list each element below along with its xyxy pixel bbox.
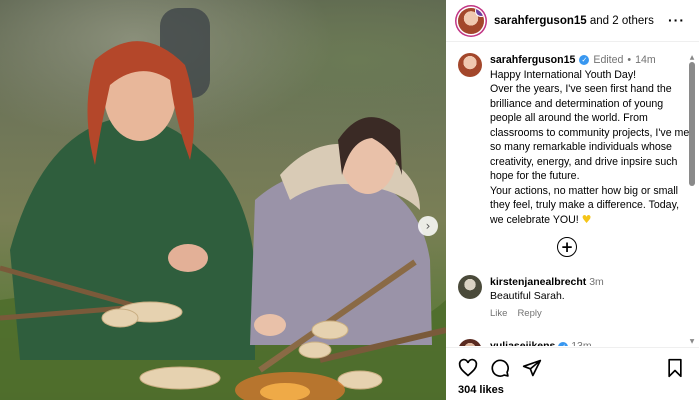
comment-time: 3m	[589, 276, 604, 288]
comment-item: yuliaseijkens ✓ 13m	[458, 339, 592, 346]
comment-time: 13m	[571, 340, 592, 346]
photo-scene	[0, 8, 446, 400]
post-header: sarahferguson15 and 2 others ···	[446, 0, 699, 42]
share-button[interactable]	[522, 358, 542, 378]
collab-badge	[475, 7, 484, 17]
caption-username-link[interactable]: sarahferguson15	[490, 53, 575, 68]
likes-count[interactable]: 304 likes	[458, 384, 504, 396]
post-authors: sarahferguson15 and 2 others	[494, 15, 654, 27]
bookmark-icon	[668, 358, 682, 378]
comment-button[interactable]	[490, 358, 510, 378]
comment-like-button[interactable]: Like	[490, 307, 507, 321]
commenter-avatar[interactable]	[458, 275, 482, 299]
yellow-heart-emoji-icon: ♥	[581, 212, 592, 226]
edited-label: Edited	[593, 54, 624, 66]
like-button[interactable]	[458, 358, 478, 378]
comments-scroll-area[interactable]: sarahferguson15 ✓ Edited • 14m Happy Int…	[446, 43, 693, 346]
comment-bubble-icon	[491, 359, 509, 377]
post-action-bar: 304 likes	[446, 347, 699, 400]
comment-item: kirstenjanealbrecht 3m Beautiful Sarah. …	[458, 275, 604, 321]
scrollbar-thumb[interactable]	[689, 62, 695, 186]
commenter-username-link[interactable]: kirstenjanealbrecht	[490, 276, 586, 288]
verified-badge-icon: ✓	[558, 342, 569, 346]
commenter-username-link[interactable]: yuliaseijkens	[490, 340, 555, 346]
carousel-next-button[interactable]: ›	[418, 216, 438, 236]
scroll-up-icon[interactable]: ▲	[688, 54, 696, 62]
caption-avatar[interactable]	[458, 53, 482, 77]
paper-plane-icon	[522, 359, 542, 377]
commenter-avatar[interactable]	[458, 339, 482, 346]
author-avatar[interactable]	[458, 7, 484, 34]
verified-badge-icon: ✓	[579, 55, 590, 66]
post-photo[interactable]: ›	[0, 0, 446, 400]
post-details-panel: sarahferguson15 and 2 others ··· sarahfe…	[446, 0, 699, 400]
load-more-comments-button[interactable]: +	[557, 237, 577, 257]
ellipsis-icon[interactable]: ···	[668, 12, 685, 28]
bullet-separator: •	[627, 54, 632, 66]
scroll-down-icon[interactable]: ▼	[688, 338, 696, 346]
caption-time[interactable]: 14m	[635, 53, 656, 68]
collaborators-link[interactable]: and 2 others	[590, 15, 654, 27]
chevron-right-icon: ›	[425, 219, 431, 233]
caption-text: Happy International Youth Day! Over the …	[490, 68, 693, 226]
plus-circle-icon: +	[560, 237, 574, 256]
author-username-link[interactable]: sarahferguson15	[494, 15, 587, 27]
save-button[interactable]	[665, 358, 685, 378]
comment-reply-button[interactable]: Reply	[517, 307, 541, 321]
comments-scrollbar[interactable]: ▲ ▼	[688, 54, 696, 346]
heart-icon	[458, 358, 478, 377]
post-caption: sarahferguson15 ✓ Edited • 14m Happy Int…	[446, 43, 693, 227]
comment-text: Beautiful Sarah.	[490, 290, 565, 302]
